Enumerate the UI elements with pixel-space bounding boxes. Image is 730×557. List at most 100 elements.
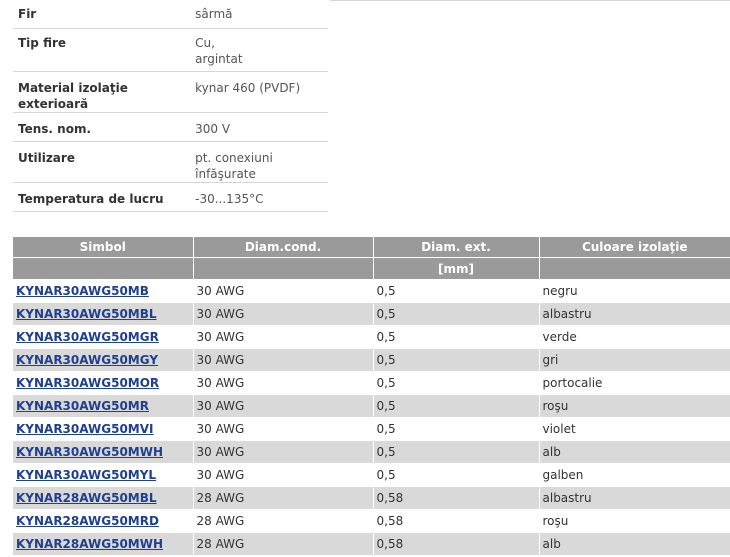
table-row: KYNAR30AWG50MWH 30 AWG 0,5 alb xyxy=(13,440,730,464)
cell-diam-ext: 0,5 xyxy=(373,279,540,303)
product-link[interactable]: KYNAR28AWG50MWH xyxy=(16,537,163,551)
cell-color: negru xyxy=(539,279,730,303)
products-table: Simbol Diam.cond. Diam. ext. Culoare izo… xyxy=(13,237,730,556)
cell-color: galben xyxy=(539,463,730,487)
column-header-diam-cond: Diam.cond. xyxy=(193,237,374,258)
spec-row: Tens. nom. 300 V xyxy=(13,112,328,142)
cell-diam-ext: 0,58 xyxy=(373,509,540,533)
cell-diam-ext: 0,58 xyxy=(373,486,540,510)
table-row: KYNAR28AWG50MBL 28 AWG 0,58 albastru xyxy=(13,486,730,510)
spec-row: Tip fire Cu, argintat xyxy=(13,28,328,72)
cell-diam-cond: 30 AWG xyxy=(193,417,374,441)
spec-key: Material izolaţie exterioară xyxy=(13,71,191,113)
column-header-color: Culoare izolaţie xyxy=(539,237,730,258)
cell-symbol: KYNAR30AWG50MBL xyxy=(13,302,194,326)
cell-color: alb xyxy=(539,532,730,556)
cell-diam-ext: 0,5 xyxy=(373,371,540,395)
product-link[interactable]: KYNAR30AWG50MVI xyxy=(16,422,153,436)
cell-symbol: KYNAR28AWG50MRD xyxy=(13,509,194,533)
cell-symbol: KYNAR28AWG50MWH xyxy=(13,532,194,556)
spec-value: -30...135°C xyxy=(190,182,328,212)
cell-diam-cond: 28 AWG xyxy=(193,486,374,510)
top-divider xyxy=(330,0,730,1)
cell-color: roşu xyxy=(539,509,730,533)
table-row: KYNAR30AWG50MGR 30 AWG 0,5 verde xyxy=(13,325,730,349)
cell-diam-ext: 0,5 xyxy=(373,417,540,441)
product-link[interactable]: KYNAR30AWG50MBL xyxy=(16,307,157,321)
cell-color: gri xyxy=(539,348,730,372)
column-header-symbol: Simbol xyxy=(13,237,194,258)
table-row: KYNAR30AWG50MGY 30 AWG 0,5 gri xyxy=(13,348,730,372)
table-row: KYNAR30AWG50MB 30 AWG 0,5 negru xyxy=(13,279,730,303)
column-header-diam-ext: Diam. ext. xyxy=(373,237,540,258)
cell-diam-cond: 30 AWG xyxy=(193,394,374,418)
cell-symbol: KYNAR28AWG50MBL xyxy=(13,486,194,510)
cell-color: albastru xyxy=(539,302,730,326)
spec-value: sârmă xyxy=(190,0,328,29)
product-link[interactable]: KYNAR30AWG50MR xyxy=(16,399,149,413)
cell-diam-ext: 0,5 xyxy=(373,440,540,464)
table-row: KYNAR30AWG50MBL 30 AWG 0,5 albastru xyxy=(13,302,730,326)
cell-diam-ext: 0,5 xyxy=(373,302,540,326)
cell-diam-cond: 30 AWG xyxy=(193,348,374,372)
cell-color: verde xyxy=(539,325,730,349)
cell-diam-cond: 28 AWG xyxy=(193,509,374,533)
cell-diam-cond: 30 AWG xyxy=(193,463,374,487)
cell-color: alb xyxy=(539,440,730,464)
cell-diam-ext: 0,58 xyxy=(373,532,540,556)
product-link[interactable]: KYNAR30AWG50MOR xyxy=(16,376,159,390)
spec-row: Material izolaţie exterioară kynar 460 (… xyxy=(13,71,328,113)
cell-diam-cond: 30 AWG xyxy=(193,440,374,464)
product-link[interactable]: KYNAR30AWG50MB xyxy=(16,284,149,298)
spec-key: Temperatura de lucru xyxy=(13,182,191,212)
spec-key: Utilizare xyxy=(13,141,191,183)
cell-diam-cond: 28 AWG xyxy=(193,532,374,556)
table-row: KYNAR30AWG50MR 30 AWG 0,5 roşu xyxy=(13,394,730,418)
table-units-row: [mm] xyxy=(13,257,730,280)
spec-row: Fir sârmă xyxy=(13,0,328,29)
unit-color xyxy=(539,257,730,280)
cell-diam-ext: 0,5 xyxy=(373,463,540,487)
product-link[interactable]: KYNAR30AWG50MWH xyxy=(16,445,163,459)
cell-symbol: KYNAR30AWG50MB xyxy=(13,279,194,303)
cell-symbol: KYNAR30AWG50MVI xyxy=(13,417,194,441)
cell-symbol: KYNAR30AWG50MGR xyxy=(13,325,194,349)
cell-diam-ext: 0,5 xyxy=(373,348,540,372)
table-row: KYNAR30AWG50MOR 30 AWG 0,5 portocalie xyxy=(13,371,730,395)
cell-color: portocalie xyxy=(539,371,730,395)
unit-diam-ext: [mm] xyxy=(373,257,540,280)
spec-key: Fir xyxy=(13,0,191,29)
cell-symbol: KYNAR30AWG50MGY xyxy=(13,348,194,372)
cell-symbol: KYNAR30AWG50MOR xyxy=(13,371,194,395)
spec-row: Temperatura de lucru -30...135°C xyxy=(13,182,328,212)
unit-diam-cond xyxy=(193,257,374,280)
spec-row: Utilizare pt. conexiuni înfăşurate xyxy=(13,141,328,183)
cell-diam-ext: 0,5 xyxy=(373,394,540,418)
product-link[interactable]: KYNAR30AWG50MGY xyxy=(16,353,158,367)
table-row: KYNAR30AWG50MYL 30 AWG 0,5 galben xyxy=(13,463,730,487)
table-row: KYNAR28AWG50MWH 28 AWG 0,58 alb xyxy=(13,532,730,556)
product-link[interactable]: KYNAR28AWG50MBL xyxy=(16,491,157,505)
spec-value: 300 V xyxy=(190,112,328,142)
cell-symbol: KYNAR30AWG50MWH xyxy=(13,440,194,464)
cell-symbol: KYNAR30AWG50MYL xyxy=(13,463,194,487)
cell-color: albastru xyxy=(539,486,730,510)
cell-color: violet xyxy=(539,417,730,441)
cell-color: roşu xyxy=(539,394,730,418)
product-link[interactable]: KYNAR30AWG50MGR xyxy=(16,330,159,344)
spec-value: pt. conexiuni înfăşurate xyxy=(190,141,328,183)
product-link[interactable]: KYNAR28AWG50MRD xyxy=(16,514,159,528)
table-row: KYNAR30AWG50MVI 30 AWG 0,5 violet xyxy=(13,417,730,441)
cell-diam-cond: 30 AWG xyxy=(193,279,374,303)
cell-diam-cond: 30 AWG xyxy=(193,325,374,349)
cell-diam-cond: 30 AWG xyxy=(193,302,374,326)
cell-diam-ext: 0,5 xyxy=(373,325,540,349)
cell-diam-cond: 30 AWG xyxy=(193,371,374,395)
specs-table: Fir sârmă Tip fire Cu, argintat Material … xyxy=(13,0,328,212)
spec-key: Tip fire xyxy=(13,28,191,72)
table-header-row: Simbol Diam.cond. Diam. ext. Culoare izo… xyxy=(13,237,730,258)
spec-key: Tens. nom. xyxy=(13,112,191,142)
table-row: KYNAR28AWG50MRD 28 AWG 0,58 roşu xyxy=(13,509,730,533)
cell-symbol: KYNAR30AWG50MR xyxy=(13,394,194,418)
product-link[interactable]: KYNAR30AWG50MYL xyxy=(16,468,156,482)
